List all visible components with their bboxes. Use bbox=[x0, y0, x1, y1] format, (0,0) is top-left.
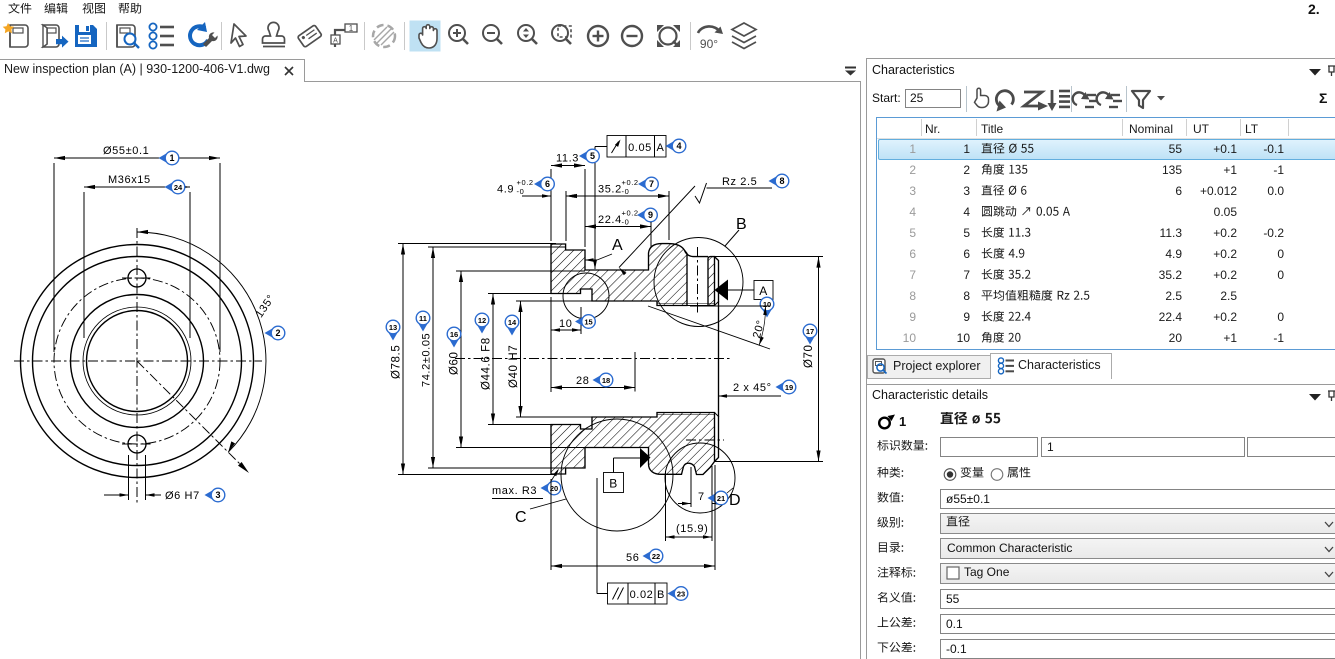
svg-text:A: A bbox=[612, 237, 623, 254]
svg-text:A: A bbox=[759, 284, 768, 298]
svg-text:24: 24 bbox=[174, 183, 183, 192]
svg-text:B: B bbox=[609, 477, 618, 491]
svg-text:B: B bbox=[657, 589, 665, 601]
svg-text:11.3: 11.3 bbox=[556, 153, 579, 165]
svg-text:4.9: 4.9 bbox=[497, 184, 514, 196]
svg-text:22: 22 bbox=[652, 552, 660, 561]
svg-text:D: D bbox=[729, 492, 741, 509]
svg-text:11: 11 bbox=[419, 314, 427, 323]
svg-text:20°: 20° bbox=[751, 319, 767, 340]
svg-text:Ø40 H7: Ø40 H7 bbox=[508, 345, 520, 388]
svg-text:10: 10 bbox=[763, 300, 771, 309]
svg-text:9: 9 bbox=[648, 210, 653, 220]
svg-text:13: 13 bbox=[389, 323, 397, 332]
svg-text:C: C bbox=[515, 509, 527, 526]
svg-text:Ø60: Ø60 bbox=[449, 351, 461, 375]
svg-text:19: 19 bbox=[785, 383, 793, 392]
svg-text:10: 10 bbox=[559, 318, 572, 330]
svg-text:15: 15 bbox=[584, 318, 592, 327]
svg-text:2: 2 bbox=[275, 328, 280, 338]
svg-text:+0.2: +0.2 bbox=[622, 178, 639, 187]
svg-text:2 x 45°: 2 x 45° bbox=[733, 382, 772, 394]
svg-text:0.05: 0.05 bbox=[628, 142, 652, 154]
svg-text:B: B bbox=[736, 216, 747, 233]
svg-text:+0.2: +0.2 bbox=[622, 209, 639, 218]
svg-text:Ø55±0.1: Ø55±0.1 bbox=[103, 145, 149, 157]
svg-text:5: 5 bbox=[590, 151, 595, 161]
svg-text:+0.2: +0.2 bbox=[517, 178, 534, 187]
svg-text:21: 21 bbox=[717, 494, 725, 503]
svg-text:-0: -0 bbox=[622, 218, 630, 227]
svg-text:A: A bbox=[333, 38, 338, 45]
svg-text:28: 28 bbox=[576, 375, 589, 387]
svg-text:35.2: 35.2 bbox=[598, 184, 622, 196]
svg-text:0.02: 0.02 bbox=[630, 589, 654, 601]
svg-text:74.2±0.05: 74.2±0.05 bbox=[421, 333, 433, 387]
svg-text:23: 23 bbox=[677, 590, 685, 599]
svg-text:M36x15: M36x15 bbox=[108, 174, 151, 186]
svg-text:7: 7 bbox=[649, 179, 654, 189]
svg-text:Ø44.6 F8: Ø44.6 F8 bbox=[481, 337, 493, 390]
svg-text:4: 4 bbox=[676, 141, 681, 151]
svg-text:A: A bbox=[657, 142, 665, 154]
svg-text:-0: -0 bbox=[517, 187, 525, 196]
svg-text:1: 1 bbox=[349, 24, 354, 33]
svg-text:18: 18 bbox=[602, 376, 610, 385]
svg-text:1: 1 bbox=[169, 153, 174, 163]
svg-text:7: 7 bbox=[698, 491, 705, 503]
svg-text:6: 6 bbox=[545, 179, 550, 189]
svg-text:3: 3 bbox=[215, 490, 220, 500]
svg-text:8: 8 bbox=[779, 176, 784, 186]
svg-text:Ø70: Ø70 bbox=[803, 344, 815, 368]
svg-text:max. R3: max. R3 bbox=[492, 485, 537, 497]
svg-text:(15.9): (15.9) bbox=[676, 523, 708, 535]
svg-text:14: 14 bbox=[508, 318, 517, 327]
svg-text:-0: -0 bbox=[622, 187, 630, 196]
svg-text:Rz 2.5: Rz 2.5 bbox=[722, 176, 757, 188]
svg-text:Ø6 H7: Ø6 H7 bbox=[165, 490, 200, 502]
svg-text:56: 56 bbox=[626, 552, 639, 564]
svg-text:90°: 90° bbox=[700, 37, 718, 51]
svg-text:135°: 135° bbox=[254, 293, 278, 321]
svg-text:Ø78.5: Ø78.5 bbox=[391, 345, 403, 379]
svg-text:12: 12 bbox=[478, 316, 486, 325]
svg-text:16: 16 bbox=[450, 330, 458, 339]
svg-text:17: 17 bbox=[806, 327, 814, 336]
svg-text:22.4: 22.4 bbox=[598, 214, 622, 226]
